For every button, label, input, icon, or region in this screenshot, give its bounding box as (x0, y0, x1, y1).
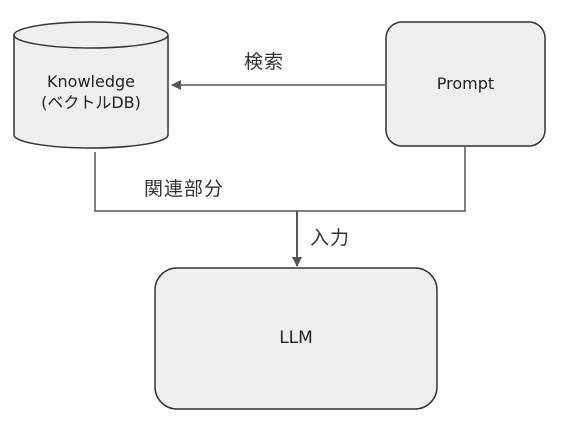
prompt-label: Prompt (436, 74, 495, 93)
llm-label: LLM (279, 328, 313, 348)
search-edge-label: 検索 (244, 51, 285, 73)
knowledge-label: Knowledge (ベクトルDB) (14, 72, 168, 114)
input-edge-label: 入力 (310, 227, 351, 249)
knowledge-label-line2: (ベクトルDB) (41, 92, 141, 112)
related-edge-label: 関連部分 (144, 178, 225, 200)
diagram-canvas: Knowledge (ベクトルDB) Prompt LLM 検索 関連部分 入力 (0, 0, 567, 432)
knowledge-label-line1: Knowledge (47, 72, 135, 91)
